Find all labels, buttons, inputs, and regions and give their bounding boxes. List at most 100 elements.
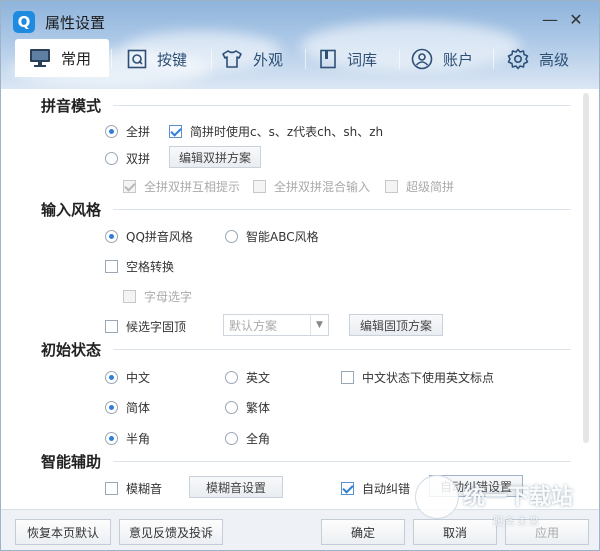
tab-advanced[interactable]: 高级 — [507, 41, 569, 77]
checkbox-indicator — [105, 482, 118, 495]
option-label: 空格转换 — [126, 260, 175, 274]
tab-lexicon[interactable]: 词库 — [319, 41, 377, 77]
super-abbrev-checkbox[interactable]: 超级简拼 — [385, 178, 454, 195]
option-label: 简拼时使用c、s、z代表ch、sh、zh — [190, 125, 384, 139]
checkbox-indicator — [169, 125, 182, 138]
full-width-radio[interactable]: 全角 — [225, 430, 270, 447]
tab-divider — [111, 49, 112, 69]
radio-indicator — [105, 152, 118, 165]
space-convert-checkbox[interactable]: 空格转换 — [105, 258, 174, 275]
checkbox-indicator — [105, 260, 118, 273]
cancel-button[interactable]: 取消 — [413, 519, 497, 545]
monitor-icon — [29, 48, 51, 68]
radio-indicator — [225, 401, 238, 414]
option-label: 自动纠错 — [362, 482, 411, 496]
option-label: 双拼 — [126, 152, 151, 166]
window-title: 属性设置 — [45, 14, 106, 32]
radio-indicator — [105, 230, 118, 243]
tab-general[interactable]: 常用 — [15, 39, 110, 77]
tab-divider — [305, 49, 306, 69]
traditional-radio[interactable]: 繁体 — [225, 399, 270, 416]
english-punct-checkbox[interactable]: 中文状态下使用英文标点 — [341, 369, 494, 386]
restore-default-button[interactable]: 恢复本页默认 — [15, 519, 111, 545]
tab-divider — [399, 49, 400, 69]
edit-double-pinyin-button[interactable]: 编辑双拼方案 — [169, 146, 261, 168]
radio-indicator — [105, 401, 118, 414]
abbrev-csz-checkbox[interactable]: 简拼时使用c、s、z代表ch、sh、zh — [169, 123, 383, 140]
fuzzy-checkbox[interactable]: 模糊音 — [105, 480, 162, 497]
option-label: 全拼双拼混合输入 — [274, 180, 371, 194]
scheme-select[interactable]: 默认方案 ▼ — [223, 314, 329, 336]
radio-indicator — [105, 371, 118, 384]
letter-select-checkbox[interactable]: 字母选字 — [123, 288, 192, 305]
radio-indicator — [225, 230, 238, 243]
shirt-icon — [221, 49, 243, 69]
option-label: 全拼双拼互相提示 — [144, 180, 241, 194]
section-divider — [113, 349, 571, 350]
edit-fixed-top-button[interactable]: 编辑固顶方案 — [349, 314, 443, 336]
radio-indicator — [225, 432, 238, 445]
section-title-initial-state: 初始状态 — [41, 341, 102, 359]
auto-correct-settings-button[interactable]: 自动纠错设置 — [429, 475, 523, 497]
option-label: 模糊音 — [126, 482, 163, 496]
option-label: 全拼 — [126, 125, 151, 139]
option-label: 中文状态下使用英文标点 — [362, 371, 495, 385]
fuzzy-settings-button[interactable]: 模糊音设置 — [189, 476, 283, 498]
ok-button[interactable]: 确定 — [321, 519, 405, 545]
double-pinyin-radio[interactable]: 双拼 — [105, 150, 150, 167]
simplified-radio[interactable]: 简体 — [105, 399, 150, 416]
chevron-down-icon: ▼ — [310, 315, 328, 335]
option-label: 全角 — [246, 432, 271, 446]
gear-icon — [507, 48, 529, 70]
checkbox-indicator — [341, 371, 354, 384]
tab-appearance[interactable]: 外观 — [221, 41, 283, 77]
apply-button[interactable]: 应用 — [505, 519, 589, 545]
tab-divider — [211, 49, 212, 69]
option-label: 英文 — [246, 371, 271, 385]
radio-indicator — [105, 125, 118, 138]
tab-label: 高级 — [539, 50, 570, 69]
feedback-button[interactable]: 意见反馈及投诉 — [119, 519, 223, 545]
close-button[interactable]: ✕ — [565, 9, 587, 31]
settings-window: Q 属性设置 — ✕ 常用 按键 外观 词库 账户 高级 拼音模式 全拼 简拼时… — [0, 0, 600, 551]
checkbox-indicator — [385, 180, 398, 193]
option-label: 智能ABC风格 — [246, 230, 319, 244]
qq-style-radio[interactable]: QQ拼音风格 — [105, 228, 193, 245]
chinese-radio[interactable]: 中文 — [105, 369, 150, 386]
auto-correct-checkbox[interactable]: 自动纠错 — [341, 480, 410, 497]
mixed-input-checkbox[interactable]: 全拼双拼混合输入 — [253, 178, 370, 195]
tab-label: 常用 — [61, 49, 92, 68]
option-label: 繁体 — [246, 401, 271, 415]
minimize-button[interactable]: — — [539, 9, 561, 31]
section-divider — [113, 105, 571, 106]
tab-label: 按键 — [157, 50, 188, 69]
option-label: 简体 — [126, 401, 151, 415]
tab-bar: 常用 按键 外观 词库 账户 高级 — [15, 39, 595, 77]
radio-indicator — [105, 432, 118, 445]
checkbox-indicator — [123, 180, 136, 193]
tab-label: 外观 — [253, 50, 284, 69]
option-label: 中文 — [126, 371, 151, 385]
book-icon — [319, 49, 337, 69]
half-width-radio[interactable]: 半角 — [105, 430, 150, 447]
abc-style-radio[interactable]: 智能ABC风格 — [225, 228, 319, 245]
key-q-icon — [127, 49, 147, 69]
mutual-hint-checkbox[interactable]: 全拼双拼互相提示 — [123, 178, 240, 195]
tab-divider — [493, 49, 494, 69]
section-divider — [113, 461, 571, 462]
app-logo-icon: Q — [13, 11, 35, 33]
footer-bar: 恢复本页默认 意见反馈及投诉 确定 取消 应用 — [1, 509, 599, 550]
full-pinyin-radio[interactable]: 全拼 — [105, 123, 150, 140]
fixed-top-checkbox[interactable]: 候选字固顶 — [105, 318, 186, 335]
scrollbar[interactable] — [583, 93, 589, 443]
checkbox-indicator — [105, 320, 118, 333]
option-label: 候选字固顶 — [126, 320, 187, 334]
tab-keys[interactable]: 按键 — [127, 41, 187, 77]
section-divider — [113, 209, 571, 210]
option-label: QQ拼音风格 — [126, 230, 193, 244]
section-title-pinyin-mode: 拼音模式 — [41, 97, 102, 115]
tab-account[interactable]: 账户 — [411, 41, 473, 77]
english-radio[interactable]: 英文 — [225, 369, 270, 386]
settings-content: 拼音模式 全拼 简拼时使用c、s、z代表ch、sh、zh 双拼 编辑双拼方案 全… — [1, 89, 599, 509]
section-title-smart-assist: 智能辅助 — [41, 453, 102, 471]
